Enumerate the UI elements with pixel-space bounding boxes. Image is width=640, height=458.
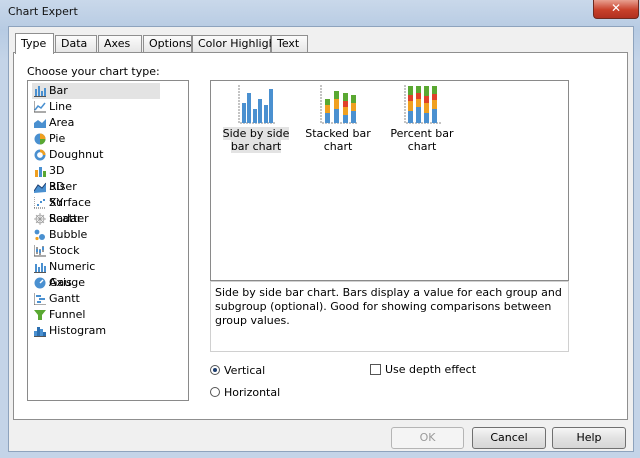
histogram-chart-icon [34, 327, 46, 337]
depth-effect-label: Use depth effect [385, 363, 477, 376]
chart-type-label: Gantt [49, 292, 80, 305]
side-by-side-bar-icon [238, 85, 276, 124]
chart-type-label: Radar [49, 212, 82, 225]
xy-scatter-icon [34, 197, 46, 209]
close-icon: ✕ [610, 1, 622, 15]
chart-type-label: Funnel [49, 308, 86, 321]
subtype-stacked-bar[interactable]: Stacked bar chart [297, 85, 379, 153]
horizontal-label: Horizontal [224, 386, 281, 399]
chart-type-label: Bubble [49, 228, 88, 241]
chart-type-bar[interactable]: Bar [32, 83, 160, 99]
bar-chart-icon [34, 86, 46, 97]
chart-type-label: Doughnut [49, 148, 104, 161]
chart-type-label: Stock [49, 244, 80, 257]
tab-text[interactable]: Text [271, 35, 308, 52]
chart-description: Side by side bar chart. Bars display a v… [210, 281, 569, 352]
subtype-side-by-side-bar[interactable]: Side by side bar chart [218, 85, 294, 153]
radio-unselected-indicator [210, 387, 220, 397]
bubble-chart-icon [34, 229, 45, 241]
chart-type-label: Area [49, 116, 75, 129]
dialog-client-area: Type Data Axes Options Color Highlight T… [8, 26, 634, 452]
stacked-bar-icon [320, 85, 358, 124]
chart-type-label: Pie [49, 132, 66, 145]
subtype-label: Side by side bar chart [222, 127, 290, 153]
tab-color-highlight[interactable]: Color Highlight [192, 35, 280, 52]
tab-data[interactable]: Data [55, 35, 97, 52]
3d-surface-icon [34, 182, 46, 193]
funnel-chart-icon [34, 310, 46, 320]
close-button[interactable]: ✕ [593, 0, 639, 19]
type-tab-panel: Choose your chart type: Bar Line Area Pi… [13, 52, 628, 420]
choose-chart-type-label: Choose your chart type: [27, 65, 160, 78]
chart-type-label: Histogram [49, 324, 107, 337]
gauge-chart-icon [34, 277, 46, 289]
3d-riser-icon [35, 167, 46, 177]
subtype-percent-bar[interactable]: Percent bar chart [381, 85, 463, 153]
checkbox-box [370, 364, 381, 375]
chart-subtype-gallery: Side by side bar chart Stacked bar chart… [210, 80, 569, 281]
chart-expert-window: Chart Expert ✕ Type Data Axes Options Co… [0, 0, 640, 458]
vertical-label: Vertical [224, 364, 266, 377]
numeric-axis-icon [34, 263, 46, 273]
window-title: Chart Expert [8, 5, 78, 18]
tab-axes[interactable]: Axes [98, 35, 142, 52]
tab-type[interactable]: Type [15, 33, 54, 54]
cancel-button[interactable]: Cancel [472, 427, 546, 449]
pie-chart-icon [34, 133, 46, 145]
subtype-label: Percent bar chart [390, 127, 454, 153]
tab-options[interactable]: Options [143, 35, 192, 52]
radio-selected-indicator [210, 365, 220, 375]
help-button[interactable]: Help [552, 427, 626, 449]
chart-type-label: Bar [49, 84, 68, 97]
doughnut-chart-icon [34, 149, 46, 161]
gantt-chart-icon [34, 293, 46, 305]
area-chart-icon [34, 119, 46, 128]
percent-bar-icon [404, 85, 442, 124]
radar-chart-icon [34, 213, 46, 225]
chart-type-list[interactable]: Bar Line Area Pie Doughnut 3D Riser 3D S… [27, 80, 189, 401]
title-bar[interactable]: Chart Expert ✕ [0, 0, 640, 26]
line-chart-icon [34, 101, 46, 113]
chart-type-label: Gauge [49, 276, 85, 289]
subtype-label: Stacked bar chart [305, 127, 371, 153]
chart-type-label: Line [49, 100, 72, 113]
ok-button[interactable]: OK [391, 427, 464, 449]
stock-chart-icon [34, 245, 46, 257]
